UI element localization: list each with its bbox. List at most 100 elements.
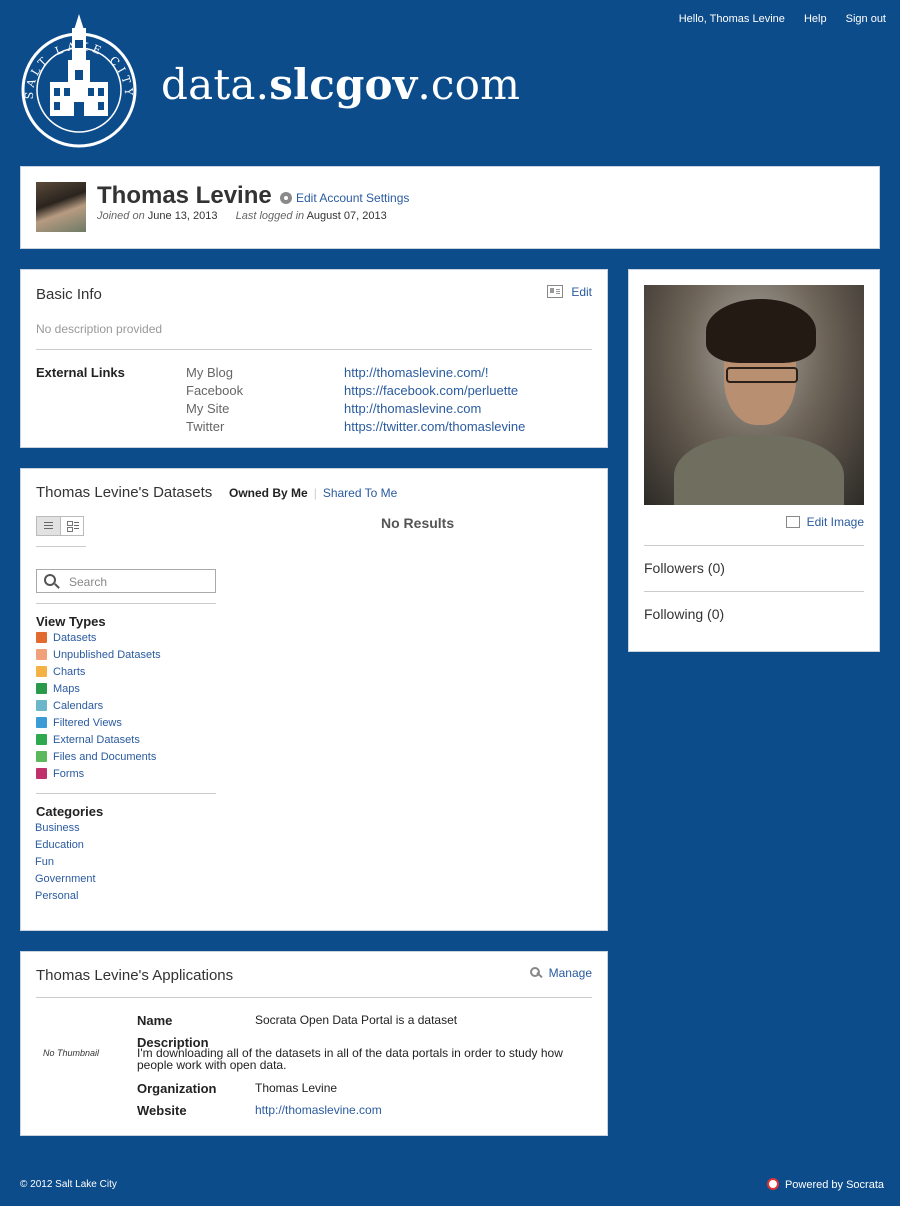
no-results-text: No Results [381, 515, 455, 531]
external-link-url[interactable]: https://facebook.com/perluette [344, 383, 518, 398]
profile-header: Thomas Levine Edit Account Settings Join… [20, 166, 880, 249]
applications-title: Thomas Levine's Applications [36, 967, 234, 984]
edit-account-settings-link[interactable]: Edit Account Settings [280, 191, 409, 205]
signout-link[interactable]: Sign out [846, 13, 886, 25]
divider [644, 545, 864, 546]
view-type-item[interactable]: External Datasets [36, 733, 140, 747]
view-type-label: Calendars [53, 700, 104, 712]
search-input[interactable] [67, 573, 211, 591]
view-toggle [36, 516, 84, 536]
list-icon [44, 522, 53, 523]
app-organization-value: Thomas Levine [255, 1081, 338, 1095]
manage-label: Manage [548, 966, 592, 980]
no-thumbnail-text: No Thumbnail [43, 1048, 100, 1058]
view-type-icon [36, 666, 47, 677]
view-type-icon [36, 700, 47, 711]
external-link-url[interactable]: http://thomaslevine.com [344, 401, 481, 416]
edit-image-label: Edit Image [806, 515, 864, 529]
brand-bold: slcgov [269, 60, 418, 109]
divider [36, 603, 216, 604]
following-link[interactable]: Following (0) [644, 606, 724, 622]
edit-image-link[interactable]: Edit Image [785, 515, 864, 529]
brand-suffix: .com [417, 60, 521, 109]
view-type-icon [36, 751, 47, 762]
brand-prefix: data. [161, 60, 270, 109]
view-type-item[interactable]: Unpublished Datasets [36, 648, 161, 662]
detail-view-button[interactable] [61, 517, 83, 535]
external-link-name: My Site [186, 401, 230, 416]
external-links-label: External Links [36, 365, 125, 380]
wrench-icon [529, 967, 542, 979]
profile-photo-panel: Edit Image Followers (0) Following (0) [628, 269, 880, 652]
edit-basic-info-link[interactable]: Edit [547, 285, 592, 299]
gear-icon [280, 192, 292, 204]
divider [36, 793, 216, 794]
divider [36, 546, 86, 547]
copyright-text: © 2012 Salt Lake City [20, 1179, 117, 1190]
view-type-icon [36, 717, 47, 728]
app-name-label: Name [137, 1013, 173, 1028]
category-link[interactable]: Personal [35, 890, 78, 902]
edit-account-settings-label: Edit Account Settings [296, 191, 410, 205]
category-link[interactable]: Government [35, 873, 96, 885]
tab-shared-to-me[interactable]: Shared To Me [323, 486, 398, 500]
last-logged-date: August 07, 2013 [306, 210, 387, 222]
external-link-url[interactable]: http://thomaslevine.com/! [344, 365, 489, 380]
dataset-search [36, 569, 216, 593]
powered-by-socrata-link[interactable]: Powered by Socrata [766, 1178, 884, 1191]
categories-heading: Categories [36, 804, 104, 819]
joined-date: June 13, 2013 [147, 210, 218, 222]
help-link[interactable]: Help [804, 13, 827, 25]
view-type-item[interactable]: Forms [36, 767, 84, 781]
socrata-logo-icon [766, 1178, 779, 1190]
user-greeting-link[interactable]: Hello, Thomas Levine [679, 13, 785, 25]
view-type-item[interactable]: Charts [36, 665, 85, 679]
view-type-label: Charts [53, 666, 86, 678]
detail-icon [67, 521, 73, 526]
view-type-item[interactable]: Datasets [36, 631, 96, 645]
divider [644, 591, 864, 592]
category-link[interactable]: Business [35, 822, 80, 834]
category-link[interactable]: Education [35, 839, 84, 851]
basic-info-panel: Basic Info Edit No description provided … [20, 269, 608, 448]
external-link-name: My Blog [186, 365, 233, 380]
profile-meta: Joined on June 13, 2013 Last logged in A… [97, 210, 387, 222]
divider [36, 349, 592, 350]
view-type-item[interactable]: Maps [36, 682, 80, 696]
description-text: No description provided [36, 322, 163, 336]
app-website-link[interactable]: http://thomaslevine.com [255, 1103, 382, 1117]
view-type-label: Forms [53, 768, 85, 780]
edit-label: Edit [571, 285, 592, 299]
top-nav: Hello, Thomas Levine Help Sign out [663, 13, 886, 25]
view-type-label: External Datasets [53, 734, 140, 746]
app-organization-label: Organization [137, 1081, 217, 1096]
category-link[interactable]: Fun [35, 856, 54, 868]
view-type-icon [36, 649, 47, 660]
list-view-button[interactable] [37, 517, 61, 535]
powered-label: Powered by Socrata [784, 1179, 884, 1191]
app-website-label: Website [137, 1103, 187, 1118]
view-type-item[interactable]: Files and Documents [36, 750, 156, 764]
site-brand[interactable]: data.slcgov.com [161, 60, 520, 109]
view-type-label: Files and Documents [53, 751, 157, 763]
followers-link[interactable]: Followers (0) [644, 560, 725, 576]
city-seal-logo[interactable]: SALT LAKE CITY [20, 10, 138, 150]
profile-photo [644, 285, 864, 505]
external-link-name: Twitter [186, 419, 225, 434]
view-type-icon [36, 734, 47, 745]
view-type-icon [36, 768, 47, 779]
view-type-item[interactable]: Filtered Views [36, 716, 122, 730]
view-types-heading: View Types [36, 614, 106, 629]
tab-owned-by-me[interactable]: Owned By Me [229, 486, 308, 500]
external-link-url[interactable]: https://twitter.com/thomaslevine [344, 419, 525, 434]
manage-applications-link[interactable]: Manage [529, 966, 592, 980]
datasets-panel: Thomas Levine's Datasets Owned By Me | Sha… [20, 468, 608, 931]
datasets-title: Thomas Levine's Datasets [36, 484, 213, 501]
view-type-item[interactable]: Calendars [36, 699, 103, 713]
divider [36, 997, 592, 998]
last-logged-label: Last logged in [235, 210, 305, 222]
profile-card-icon [547, 285, 564, 298]
external-link-name: Facebook [186, 383, 244, 398]
avatar[interactable] [36, 182, 86, 232]
view-type-icon [36, 683, 47, 694]
